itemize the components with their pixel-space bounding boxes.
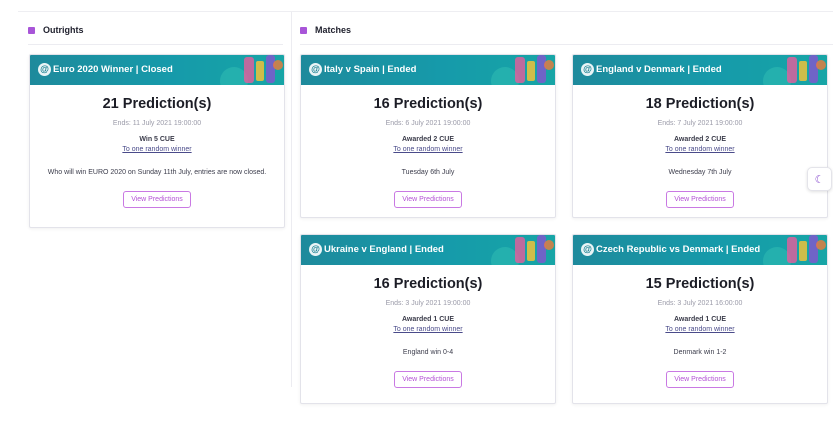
award-text: Awarded 1 CUE bbox=[674, 316, 726, 323]
matches-header: Matches bbox=[300, 25, 351, 35]
predict-logo-icon: @ bbox=[38, 63, 51, 76]
end-time: Ends: 7 July 2021 19:00:00 bbox=[657, 120, 743, 127]
predictions-page: Outrights @ Euro 2020 Winner | Closed 21… bbox=[0, 0, 833, 425]
view-predictions-button[interactable]: View Predictions bbox=[666, 371, 734, 388]
banner-decoration-graphic bbox=[763, 235, 826, 265]
card-description: Tuesday 6th July bbox=[401, 169, 455, 176]
winner-link[interactable]: To one random winner bbox=[30, 146, 284, 153]
moon-icon: ☾ bbox=[814, 173, 825, 186]
view-predictions-button[interactable]: View Predictions bbox=[394, 191, 462, 208]
section-divider bbox=[300, 44, 833, 45]
predict-logo-icon: @ bbox=[309, 63, 322, 76]
award-text: Awarded 2 CUE bbox=[402, 136, 454, 143]
prediction-card: @ Ukraine v England | Ended 16 Predictio… bbox=[300, 234, 556, 404]
outrights-header: Outrights bbox=[28, 25, 84, 35]
banner-decoration-graphic bbox=[491, 235, 554, 265]
predict-logo-icon: @ bbox=[309, 243, 322, 256]
winner-link[interactable]: To one random winner bbox=[573, 146, 827, 153]
card-description: England win 0-4 bbox=[402, 349, 454, 356]
section-divider bbox=[28, 44, 283, 45]
banner-decoration-graphic bbox=[491, 55, 554, 85]
outrights-title: Outrights bbox=[43, 25, 84, 35]
matches-column: Matches @ Italy v Spain | Ended 16 Predi… bbox=[293, 12, 833, 404]
card-banner-title: Czech Republic vs Denmark | Ended bbox=[596, 244, 761, 255]
prediction-card: @ England v Denmark | Ended 18 Predictio… bbox=[572, 54, 828, 218]
end-time: Ends: 11 July 2021 19:00:00 bbox=[112, 120, 202, 127]
card-banner-title: Euro 2020 Winner | Closed bbox=[53, 64, 173, 75]
card-banner[interactable]: @ Italy v Spain | Ended bbox=[301, 55, 555, 85]
winner-link[interactable]: To one random winner bbox=[301, 146, 555, 153]
card-description: Denmark win 1-2 bbox=[673, 349, 727, 356]
card-description: Wednesday 7th July bbox=[668, 169, 732, 176]
prediction-count: 21 Prediction(s) bbox=[102, 96, 212, 112]
outrights-column: Outrights @ Euro 2020 Winner | Closed 21… bbox=[18, 12, 292, 387]
card-banner-title: England v Denmark | Ended bbox=[596, 64, 722, 75]
award-text: Win 5 CUE bbox=[139, 136, 175, 143]
end-time: Ends: 3 July 2021 19:00:00 bbox=[385, 300, 471, 307]
prediction-count: 16 Prediction(s) bbox=[373, 276, 483, 292]
prediction-card: @ Euro 2020 Winner | Closed 21 Predictio… bbox=[29, 54, 285, 228]
predict-logo-icon: @ bbox=[581, 243, 594, 256]
end-time: Ends: 3 July 2021 16:00:00 bbox=[657, 300, 743, 307]
card-description: Who will win EURO 2020 on Sunday 11th Ju… bbox=[47, 169, 267, 176]
card-banner[interactable]: @ Czech Republic vs Denmark | Ended bbox=[573, 235, 827, 265]
view-predictions-button[interactable]: View Predictions bbox=[394, 371, 462, 388]
award-text: Awarded 2 CUE bbox=[674, 136, 726, 143]
card-banner-title: Ukraine v England | Ended bbox=[324, 244, 444, 255]
view-predictions-button[interactable]: View Predictions bbox=[666, 191, 734, 208]
section-marker-icon bbox=[300, 26, 307, 34]
view-predictions-button[interactable]: View Predictions bbox=[123, 191, 191, 208]
prediction-count: 15 Prediction(s) bbox=[645, 276, 755, 292]
card-banner-title: Italy v Spain | Ended bbox=[324, 64, 417, 75]
banner-decoration-graphic bbox=[220, 55, 283, 85]
theme-toggle-button[interactable]: ☾ bbox=[807, 167, 832, 191]
winner-link[interactable]: To one random winner bbox=[573, 326, 827, 333]
card-banner[interactable]: @ Ukraine v England | Ended bbox=[301, 235, 555, 265]
card-banner[interactable]: @ Euro 2020 Winner | Closed bbox=[30, 55, 284, 85]
end-time: Ends: 6 July 2021 19:00:00 bbox=[385, 120, 471, 127]
award-text: Awarded 1 CUE bbox=[402, 316, 454, 323]
predict-logo-icon: @ bbox=[581, 63, 594, 76]
prediction-card: @ Czech Republic vs Denmark | Ended 15 P… bbox=[572, 234, 828, 404]
section-marker-icon bbox=[28, 26, 35, 34]
prediction-count: 16 Prediction(s) bbox=[373, 96, 483, 112]
prediction-count: 18 Prediction(s) bbox=[645, 96, 755, 112]
prediction-card: @ Italy v Spain | Ended 16 Prediction(s)… bbox=[300, 54, 556, 218]
matches-title: Matches bbox=[315, 25, 352, 35]
winner-link[interactable]: To one random winner bbox=[301, 326, 555, 333]
banner-decoration-graphic bbox=[763, 55, 826, 85]
card-banner[interactable]: @ England v Denmark | Ended bbox=[573, 55, 827, 85]
